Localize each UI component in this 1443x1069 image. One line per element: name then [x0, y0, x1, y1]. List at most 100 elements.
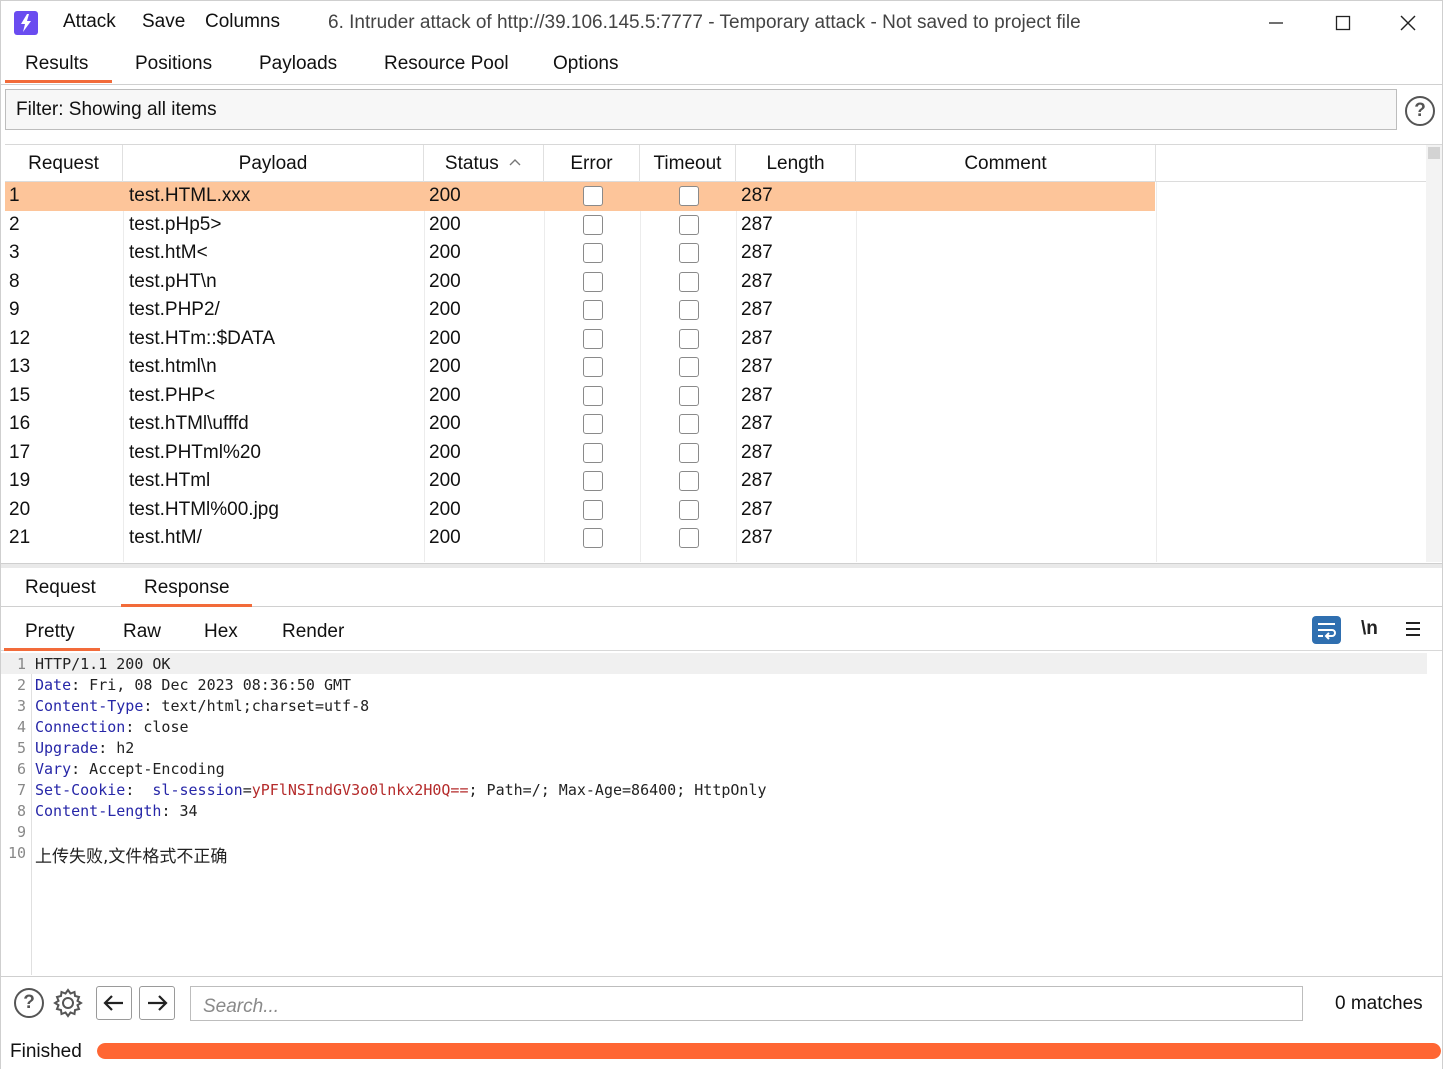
menu-columns[interactable]: Columns: [205, 11, 280, 33]
arrow-left-icon: [103, 995, 123, 1011]
cell-request: 13: [9, 356, 31, 377]
help-icon[interactable]: ?: [14, 988, 44, 1018]
timeout-checkbox: [679, 300, 699, 320]
cell-length: 287: [741, 470, 773, 491]
cell-length: 287: [741, 356, 773, 377]
cell-length: 287: [741, 527, 773, 548]
help-icon[interactable]: ?: [1405, 96, 1435, 126]
code-line: 3 Content-Type: text/html;charset=utf-8: [1, 695, 1427, 716]
code-line: 6 Vary: Accept-Encoding: [1, 758, 1427, 779]
minimize-button[interactable]: [1254, 7, 1298, 39]
tab-request[interactable]: Request: [25, 577, 96, 599]
tab-payloads[interactable]: Payloads: [259, 53, 337, 75]
table-row[interactable]: 17 test.PHTml%20 200 287: [5, 439, 1155, 468]
cookie-attributes: ; Path=/; Max-Age=86400; HttpOnly: [468, 781, 767, 799]
scrollbar-thumb[interactable]: [1428, 147, 1440, 159]
column-error[interactable]: Error: [544, 145, 640, 182]
cell-payload: test.PHP2/: [129, 299, 220, 320]
table-row[interactable]: 20 test.HTMl%00.jpg 200 287: [5, 496, 1155, 525]
menu-attack[interactable]: Attack: [63, 11, 116, 33]
table-row[interactable]: 19 test.HTml 200 287: [5, 467, 1155, 496]
cell-status: 200: [429, 299, 461, 320]
status-line: HTTP/1.1 200 OK: [35, 655, 171, 673]
table-row[interactable]: 2 test.pHp5> 200 287: [5, 211, 1155, 240]
previous-match-button[interactable]: [96, 986, 132, 1020]
cell-request: 8: [9, 270, 20, 292]
error-checkbox: [583, 471, 603, 491]
cell-payload: test.HTML.xxx: [129, 185, 251, 206]
settings-button[interactable]: [52, 987, 84, 1019]
split-pane-divider[interactable]: [1, 563, 1442, 568]
cell-status: 200: [429, 185, 461, 206]
column-timeout[interactable]: Timeout: [640, 145, 736, 182]
timeout-checkbox: [679, 214, 699, 235]
table-row[interactable]: 9 test.PHP2/200 287: [5, 296, 1155, 325]
next-match-button[interactable]: [139, 986, 175, 1020]
cookie-name: sl-session: [152, 781, 243, 799]
cell-request: 21: [9, 527, 31, 548]
error-checkbox: [583, 528, 603, 548]
tab-positions[interactable]: Positions: [135, 53, 212, 75]
column-status[interactable]: Status: [424, 145, 544, 182]
tab-response[interactable]: Response: [144, 577, 230, 599]
gear-icon: [53, 988, 83, 1018]
close-button[interactable]: [1386, 7, 1430, 39]
column-divider: [1156, 182, 1157, 562]
cell-request: 12: [9, 327, 31, 349]
tab-hex[interactable]: Hex: [204, 621, 238, 643]
tab-resource-pool[interactable]: Resource Pool: [384, 53, 509, 75]
timeout-checkbox: [679, 328, 699, 349]
tab-raw[interactable]: Raw: [123, 621, 161, 643]
active-message-tab-underline: [121, 604, 252, 607]
close-icon: [1400, 15, 1416, 31]
response-editor[interactable]: 1 HTTP/1.1 200 OK 2 Date: Fri, 08 Dec 20…: [1, 653, 1442, 975]
menu-save[interactable]: Save: [142, 11, 185, 33]
filter-bar[interactable]: Filter: Showing all items: [5, 89, 1397, 130]
column-length[interactable]: Length: [736, 145, 856, 182]
title-bar: Attack Save Columns 6. Intruder attack o…: [1, 1, 1442, 45]
error-checkbox: [583, 385, 603, 406]
header-name: Set-Cookie: [35, 781, 126, 799]
header-name: Content-Length: [35, 802, 162, 820]
cell-request: 16: [9, 413, 31, 434]
more-options-button[interactable]: [1403, 617, 1423, 641]
view-tabs: Pretty Raw Hex Render: [1, 609, 1442, 651]
cell-request: 1: [9, 185, 20, 206]
cell-payload: test.HTMl%00.jpg: [129, 498, 279, 520]
main-tabs: Results Positions Payloads Resource Pool…: [1, 47, 1442, 85]
table-row[interactable]: 12 test.HTm::$DATA 200 287: [5, 325, 1155, 354]
header-name: Vary: [35, 760, 72, 778]
cell-status: 200: [429, 213, 461, 235]
table-row[interactable]: 1 test.HTML.xxx 200 287: [5, 182, 1155, 211]
table-row[interactable]: 8 test.pHT\n 200 287: [5, 268, 1155, 297]
column-request[interactable]: Request: [5, 145, 123, 182]
line-number: 3: [16, 697, 26, 715]
cell-length: 287: [741, 441, 773, 463]
code-line: 10 上传失败,文件格式不正确: [1, 842, 1427, 867]
table-row[interactable]: 3 test.htM< 200 287: [5, 239, 1155, 268]
tab-options[interactable]: Options: [553, 53, 618, 75]
table-row[interactable]: 15 test.PHP< 200 287: [5, 382, 1155, 411]
tab-render[interactable]: Render: [282, 621, 344, 643]
table-row[interactable]: 16 test.hTMl\ufffd 200 287: [5, 410, 1155, 439]
active-tab-underline: [5, 80, 112, 83]
maximize-button[interactable]: [1321, 7, 1365, 39]
search-input[interactable]: [190, 986, 1303, 1021]
line-number: 8: [16, 802, 26, 820]
column-payload[interactable]: Payload: [123, 145, 424, 182]
table-row[interactable]: 21 test.htM/200 287: [5, 524, 1155, 553]
table-scrollbar[interactable]: [1426, 145, 1442, 562]
column-comment[interactable]: Comment: [856, 145, 1156, 182]
show-newlines-button[interactable]: \n: [1361, 618, 1378, 640]
word-wrap-button[interactable]: [1312, 616, 1341, 644]
cell-payload: test.pHT\n: [129, 270, 217, 292]
table-row[interactable]: 13 test.html\n 200 287: [5, 353, 1155, 382]
cell-status: 200: [429, 527, 461, 548]
attack-progress-fill: [97, 1043, 1441, 1059]
tab-pretty[interactable]: Pretty: [25, 621, 75, 643]
code-line: 1 HTTP/1.1 200 OK: [1, 653, 1427, 674]
code-line: 5 Upgrade: h2: [1, 737, 1427, 758]
tab-results[interactable]: Results: [25, 53, 88, 75]
line-number: 1: [16, 655, 26, 673]
cell-length: 287: [741, 213, 773, 235]
